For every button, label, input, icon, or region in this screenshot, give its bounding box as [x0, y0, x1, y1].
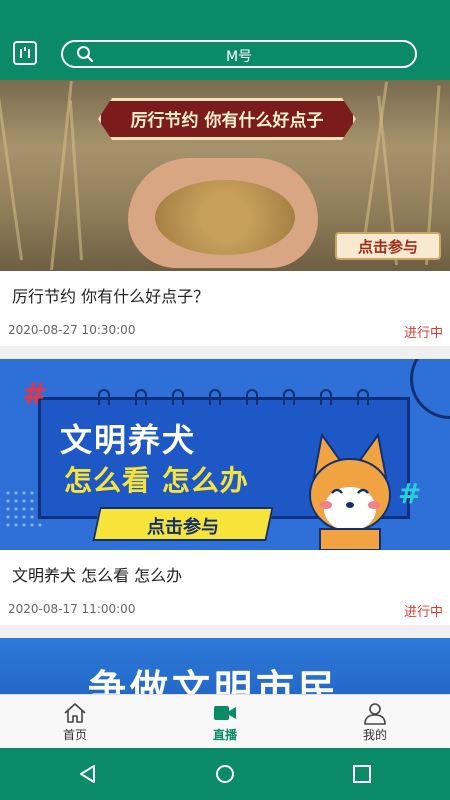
tab-live-label: 直播 [212, 728, 237, 742]
grain-image [155, 180, 295, 255]
activity-card[interactable]: 厉行节约 你有什么好点子 点击参与 厉行节约 你有什么好点子？ 2020-08-… [0, 80, 450, 346]
hash-icon: # [22, 377, 48, 412]
status-badge: 进行中 [403, 605, 443, 620]
video-camera-icon [214, 706, 236, 720]
tab-mine-label: 我的 [362, 728, 387, 742]
card-date: 2020-08-17 11:00:00 [8, 602, 136, 616]
activity-card[interactable]: # # 文明养犬 怎么看 怎么办 点击参与 文明养犬 怎么看 怎么办 2020-… [0, 359, 450, 625]
system-nav-bar [0, 748, 450, 800]
tab-home-label: 首页 [62, 728, 87, 742]
status-badge: 进行中 [403, 326, 443, 341]
search-placeholder: M号 [225, 49, 253, 65]
banner-join-label: 点击参与 [357, 238, 418, 256]
banner-headline: 争做文明市民 [88, 667, 341, 694]
tab-mine[interactable]: 我的 [300, 695, 450, 749]
tab-live[interactable]: 直播 [150, 695, 300, 749]
search-bar[interactable]: M号 [61, 40, 417, 68]
scan-icon[interactable] [13, 41, 37, 65]
hash-icon: # [398, 477, 422, 510]
activity-card[interactable]: 争做文明市民 [0, 638, 450, 694]
recents-icon[interactable] [352, 764, 372, 784]
bottom-nav: 首页 直播 我的 [0, 694, 450, 748]
home-icon [64, 703, 86, 723]
activity-banner[interactable]: 厉行节约 你有什么好点子 点击参与 [0, 80, 450, 271]
activity-feed[interactable]: 厉行节约 你有什么好点子 点击参与 厉行节约 你有什么好点子？ 2020-08-… [0, 80, 450, 694]
activity-banner[interactable]: 争做文明市民 [0, 638, 450, 694]
person-icon [364, 703, 386, 725]
card-title[interactable]: 文明养犬 怎么看 怎么办 [12, 562, 182, 586]
back-icon[interactable] [78, 764, 98, 784]
banner-headline: 文明养犬 [60, 421, 197, 459]
banner-headline: 厉行节约 你有什么好点子 [130, 111, 324, 131]
home-circle-icon[interactable] [215, 764, 235, 784]
top-bar: M号 [0, 0, 450, 80]
activity-banner[interactable]: # # 文明养犬 怎么看 怎么办 点击参与 [0, 359, 450, 550]
corgi-illustration [309, 432, 391, 550]
banner-subhead: 怎么看 怎么办 [64, 464, 249, 497]
tab-home[interactable]: 首页 [0, 695, 150, 749]
card-date: 2020-08-27 10:30:00 [8, 323, 136, 337]
decorative-arc [410, 359, 450, 419]
banner-join-label: 点击参与 [147, 517, 219, 538]
card-title[interactable]: 厉行节约 你有什么好点子？ [12, 283, 209, 307]
